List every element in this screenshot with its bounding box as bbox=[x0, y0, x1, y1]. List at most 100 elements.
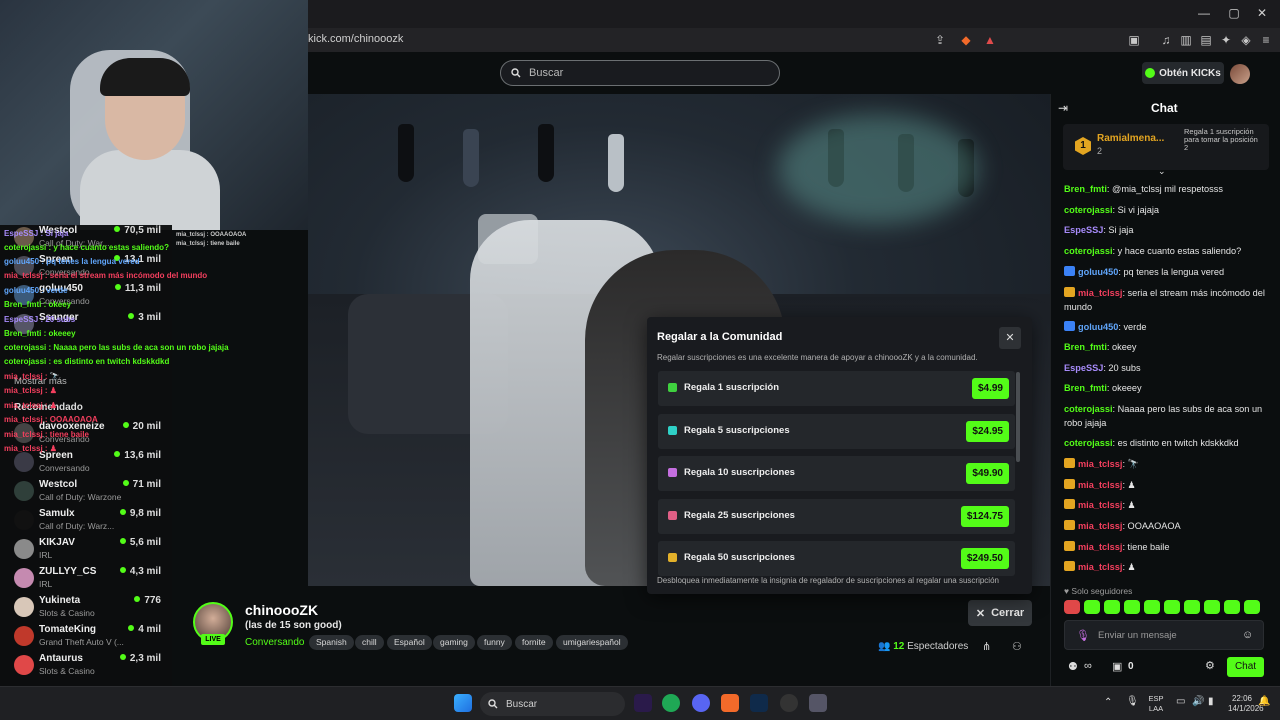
emote-icon[interactable] bbox=[1124, 600, 1140, 614]
sidebar-icon[interactable]: ▥ bbox=[1178, 32, 1194, 48]
emote-icon[interactable] bbox=[1104, 600, 1120, 614]
sidebar-item-kikjav[interactable]: KIKJAV IRL 5,6 mil bbox=[14, 537, 164, 565]
sidebar-item-westcol-2[interactable]: Westcol Call of Duty: Warzone 71 mil bbox=[14, 479, 164, 507]
link-icon[interactable]: ∞ bbox=[1084, 660, 1092, 672]
gift-price-button[interactable]: $4.99 bbox=[971, 378, 1009, 399]
emote-icon[interactable] bbox=[1204, 600, 1220, 614]
tag[interactable]: funny bbox=[477, 635, 512, 650]
sidebar-item-yukineta[interactable]: Yukineta Slots & Casino 776 bbox=[14, 595, 164, 623]
screenshot-icon[interactable]: ▣ bbox=[1126, 32, 1142, 48]
tag[interactable]: chill bbox=[355, 635, 384, 650]
microphone-icon[interactable]: 🎙 bbox=[1076, 629, 1090, 642]
modal-close-button[interactable]: ✕ bbox=[999, 327, 1021, 349]
url-text[interactable]: kick.com/chinooozk bbox=[308, 33, 403, 45]
get-kicks-button[interactable]: Obtén KICKs bbox=[1142, 62, 1224, 84]
settings-app-icon[interactable] bbox=[809, 694, 827, 712]
channel-points-icon[interactable]: ⚉ bbox=[1068, 660, 1078, 673]
tag[interactable]: Spanish bbox=[309, 635, 354, 650]
gift-option[interactable]: Regala 25 suscripciones $124.75 bbox=[658, 499, 1015, 534]
share-icon[interactable]: ⇪ bbox=[932, 32, 948, 48]
send-chat-button[interactable]: Chat bbox=[1227, 657, 1264, 677]
obs-icon[interactable] bbox=[780, 694, 798, 712]
tag[interactable]: gaming bbox=[433, 635, 475, 650]
follow-icon[interactable]: ⚇ bbox=[1012, 640, 1022, 653]
leaderboard-user[interactable]: Ramialmena... bbox=[1097, 133, 1164, 144]
user-avatar[interactable] bbox=[1230, 64, 1250, 84]
microphone-tray-icon[interactable]: 🎙 bbox=[1126, 696, 1139, 707]
emote-icon[interactable] bbox=[1224, 600, 1240, 614]
search-input[interactable]: Buscar bbox=[500, 60, 780, 86]
sidebar-item-spreen-2[interactable]: Spreen Conversando 13,6 mil bbox=[14, 450, 164, 478]
chat-username[interactable]: mia_tclssj bbox=[1078, 542, 1122, 552]
tag[interactable]: Español bbox=[387, 635, 432, 650]
share-icon[interactable]: ⋔ bbox=[982, 640, 991, 653]
emote-icon[interactable] bbox=[1184, 600, 1200, 614]
gift-price-button[interactable]: $249.50 bbox=[960, 548, 1009, 569]
chevron-up-icon[interactable]: ⌃ bbox=[1104, 697, 1112, 708]
chat-username[interactable]: goluu450 bbox=[1078, 267, 1118, 277]
chat-username[interactable]: Bren_fmti bbox=[1064, 184, 1107, 194]
gift-option[interactable]: Regala 1 suscripción $4.99 bbox=[658, 371, 1015, 406]
emote-icon[interactable] bbox=[1244, 600, 1260, 614]
rewards-icon[interactable]: ▲ bbox=[982, 32, 998, 48]
windows-start-icon[interactable] bbox=[454, 694, 472, 712]
menu-icon[interactable]: ≡ bbox=[1258, 32, 1274, 48]
maximize-icon[interactable]: ▢ bbox=[1224, 6, 1244, 20]
chat-username[interactable]: mia_tclssj bbox=[1078, 500, 1122, 510]
whatsapp-icon[interactable] bbox=[662, 694, 680, 712]
chevron-down-icon[interactable]: ⌄ bbox=[1158, 166, 1166, 177]
chat-username[interactable]: mia_tclssj bbox=[1078, 288, 1122, 298]
emote-icon[interactable] bbox=[1144, 600, 1160, 614]
chat-username[interactable]: coterojassi bbox=[1064, 205, 1113, 215]
chat-username[interactable]: coterojassi bbox=[1064, 404, 1113, 414]
gift-option[interactable]: Regala 10 suscripciones $49.90 bbox=[658, 456, 1015, 491]
chat-username[interactable]: Bren_fmti bbox=[1064, 342, 1107, 352]
emoji-icon[interactable]: ☺ bbox=[1242, 629, 1253, 641]
language-indicator[interactable]: ESP LAA bbox=[1148, 694, 1164, 714]
chat-username[interactable]: mia_tclssj bbox=[1078, 459, 1122, 469]
premiere-icon[interactable] bbox=[634, 694, 652, 712]
notification-icon[interactable]: 🔔 bbox=[1258, 696, 1270, 707]
network-icon[interactable]: ▭ bbox=[1176, 696, 1185, 707]
gift-price-button[interactable]: $124.75 bbox=[960, 506, 1009, 527]
chat-username[interactable]: mia_tclssj bbox=[1078, 562, 1122, 572]
sidebar-item-zullyy-cs[interactable]: ZULLYY_CS IRL 4,3 mil bbox=[14, 566, 164, 594]
volume-icon[interactable]: 🔊 bbox=[1192, 696, 1204, 707]
chat-username[interactable]: EspeSSJ bbox=[1064, 225, 1103, 235]
music-icon[interactable]: ♫ bbox=[1158, 32, 1174, 48]
gift-price-button[interactable]: $24.95 bbox=[966, 421, 1009, 442]
chat-username[interactable]: coterojassi bbox=[1064, 246, 1113, 256]
chat-username[interactable]: goluu450 bbox=[1078, 322, 1118, 332]
gift-price-button[interactable]: $49.90 bbox=[966, 463, 1009, 484]
chat-username[interactable]: mia_tclssj bbox=[1078, 480, 1122, 490]
modal-scrollbar[interactable] bbox=[1016, 372, 1020, 462]
brave-icon[interactable] bbox=[721, 694, 739, 712]
wallet-icon[interactable]: ▤ bbox=[1198, 32, 1214, 48]
battery-icon[interactable]: ▮ bbox=[1208, 696, 1214, 707]
taskbar-search[interactable]: Buscar bbox=[480, 692, 625, 716]
close-window-icon[interactable]: ✕ bbox=[1252, 6, 1272, 20]
streamer-name[interactable]: chinoooZK bbox=[245, 602, 318, 618]
chat-username[interactable]: mia_tclssj bbox=[1078, 521, 1122, 531]
leo-icon[interactable]: ✦ bbox=[1218, 32, 1234, 48]
discord-icon[interactable] bbox=[692, 694, 710, 712]
sidebar-item-antaurus[interactable]: Antaurus Slots & Casino 2,3 mil bbox=[14, 653, 164, 681]
photoshop-icon[interactable] bbox=[750, 694, 768, 712]
sidebar-item-tomateking[interactable]: TomateKing Grand Theft Auto V (... 4 mil bbox=[14, 624, 164, 652]
chat-username[interactable]: Bren_fmti bbox=[1064, 383, 1107, 393]
vpn-icon[interactable]: ◈ bbox=[1238, 32, 1254, 48]
chat-username[interactable]: EspeSSJ bbox=[1064, 363, 1103, 373]
emote-icon[interactable] bbox=[1064, 600, 1080, 614]
emote-icon[interactable] bbox=[1084, 600, 1100, 614]
tag[interactable]: fornite bbox=[515, 635, 553, 650]
tag[interactable]: umigariespañol bbox=[556, 635, 628, 650]
chat-username[interactable]: coterojassi bbox=[1064, 438, 1113, 448]
gift-option[interactable]: Regala 5 suscripciones $24.95 bbox=[658, 414, 1015, 449]
gift-option[interactable]: Regala 50 suscripciones $249.50 bbox=[658, 541, 1015, 576]
gear-icon[interactable]: ⚙ bbox=[1205, 659, 1215, 672]
sidebar-item-samulx[interactable]: Samulx Call of Duty: Warz... 9,8 mil bbox=[14, 508, 164, 536]
clock[interactable]: 22:06 14/1/2026 bbox=[1228, 694, 1264, 714]
close-modal-button[interactable]: ✕ Cerrar bbox=[968, 600, 1032, 626]
collapse-chat-icon[interactable]: ⇥ bbox=[1058, 101, 1068, 115]
stream-category[interactable]: Conversando bbox=[245, 637, 304, 648]
